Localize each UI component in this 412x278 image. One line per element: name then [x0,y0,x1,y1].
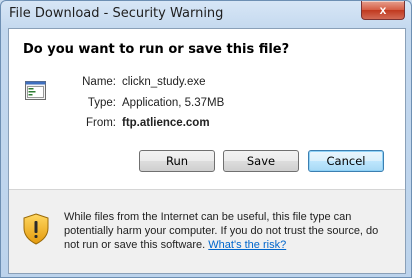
name-label: Name: [82,76,116,88]
run-button[interactable]: Run [139,150,215,172]
from-value: ftp.atlience.com [122,117,210,129]
type-value: Application, 5.37MB [122,97,225,109]
window-title: File Download - Security Warning [9,6,224,21]
warning-panel: While files from the Internet can be use… [9,190,405,273]
type-label: Type: [87,97,116,109]
from-label: From: [85,117,116,129]
dialog-body: Do you want to run or save this file? Na… [8,28,406,274]
warning-text: While files from the Internet can be use… [64,210,394,252]
security-warning-window: File Download - Security Warning x Do yo… [0,0,412,278]
cancel-button[interactable]: Cancel [308,150,384,172]
save-button[interactable]: Save [223,150,299,172]
executable-file-icon [25,81,46,100]
title-bar[interactable]: File Download - Security Warning x [1,1,411,27]
name-value: clickn_study.exe [122,76,206,88]
close-button[interactable]: x [361,1,405,20]
warning-shield-icon [23,213,49,245]
whats-the-risk-link[interactable]: What's the risk? [208,239,286,251]
dialog-question: Do you want to run or save this file? [23,42,290,57]
close-icon: x [379,3,387,17]
